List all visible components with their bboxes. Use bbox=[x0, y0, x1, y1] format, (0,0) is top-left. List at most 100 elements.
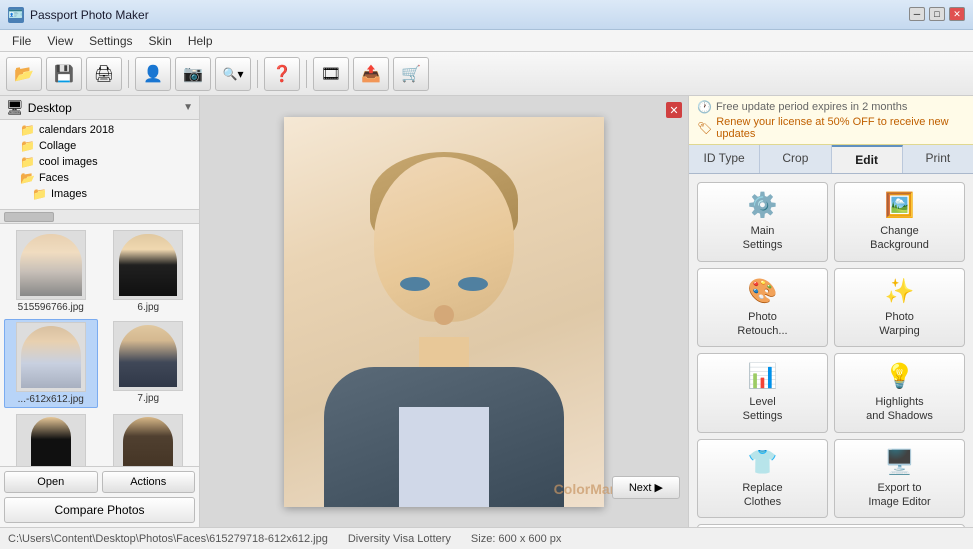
menu-file[interactable]: File bbox=[4, 32, 39, 50]
toolbar-help[interactable]: ❓ bbox=[264, 57, 300, 91]
thumbnail-label: 515596766.jpg bbox=[18, 302, 84, 313]
export-label: Export toImage Editor bbox=[868, 481, 930, 510]
open-button[interactable]: Open bbox=[4, 471, 98, 493]
tab-print[interactable]: Print bbox=[903, 145, 973, 173]
folder-open-icon: 📂 bbox=[20, 171, 35, 185]
edit-buttons-grid: ⚙️ MainSettings 🖼️ ChangeBackground 🎨 Ph… bbox=[697, 182, 965, 518]
thumbnail-item[interactable]: 8.jpg bbox=[4, 412, 98, 466]
main-photo-display bbox=[284, 117, 604, 507]
toolbar-cart[interactable]: 🛒 bbox=[393, 57, 429, 91]
thumbnail-item[interactable]: 6.jpg bbox=[102, 228, 196, 315]
replace-clothes-button[interactable]: 👕 ReplaceClothes bbox=[697, 439, 828, 519]
menu-skin[interactable]: Skin bbox=[141, 32, 180, 50]
highlights-label: Highlightsand Shadows bbox=[866, 395, 933, 424]
toolbar-upload[interactable]: 📤 bbox=[353, 57, 389, 91]
folder-icon: 📁 bbox=[20, 139, 35, 153]
toolbar: 📂 💾 🖨 👤 📷 🔍▾ ❓ 🎞 📤 🛒 bbox=[0, 52, 973, 96]
menu-view[interactable]: View bbox=[39, 32, 81, 50]
restore-original-button[interactable]: 🔄 Restore Original bbox=[697, 524, 965, 527]
level-settings-label: LevelSettings bbox=[743, 395, 783, 424]
status-bar: C:\Users\Content\Desktop\Photos\Faces\61… bbox=[0, 527, 973, 549]
actions-button[interactable]: Actions bbox=[102, 471, 196, 493]
thumbnail-label: ...-612x612.jpg bbox=[18, 394, 84, 405]
level-settings-icon: 📊 bbox=[748, 362, 778, 391]
change-background-button[interactable]: 🖼️ ChangeBackground bbox=[834, 182, 965, 262]
tab-id-type[interactable]: ID Type bbox=[689, 145, 760, 173]
update-line2[interactable]: 🏷 Renew your license at 50% OFF to recei… bbox=[697, 116, 965, 140]
highlights-shadows-button[interactable]: 💡 Highlightsand Shadows bbox=[834, 353, 965, 433]
photo-warping-label: PhotoWarping bbox=[879, 310, 920, 339]
right-panel: 🕐 Free update period expires in 2 months… bbox=[688, 96, 973, 527]
replace-clothes-label: ReplaceClothes bbox=[742, 481, 782, 510]
toolbar-film[interactable]: 🎞 bbox=[313, 57, 349, 91]
toolbar-zoom[interactable]: 🔍▾ bbox=[215, 57, 251, 91]
menu-bar: File View Settings Skin Help bbox=[0, 30, 973, 52]
thumbnail-label: 6.jpg bbox=[137, 302, 159, 313]
photo-close-button[interactable]: ✕ bbox=[666, 102, 682, 118]
toolbar-print[interactable]: 🖨 bbox=[86, 57, 122, 91]
next-button[interactable]: Next ▶ bbox=[612, 476, 680, 499]
export-icon: 🖥️ bbox=[885, 448, 915, 477]
main-settings-icon: ⚙️ bbox=[748, 191, 778, 220]
tab-edit[interactable]: Edit bbox=[832, 145, 903, 173]
photo-retouch-icon: 🎨 bbox=[748, 277, 778, 306]
toolbar-sep1 bbox=[128, 60, 129, 88]
thumbnail-label: 7.jpg bbox=[137, 393, 159, 404]
compare-photos-button[interactable]: Compare Photos bbox=[4, 497, 195, 523]
tree-item-collage[interactable]: 📁 Collage bbox=[0, 138, 199, 154]
photo-face bbox=[284, 117, 604, 507]
replace-clothes-icon: 👕 bbox=[748, 448, 778, 477]
clock-icon: 🕐 bbox=[697, 100, 712, 114]
tree-item-coolimages[interactable]: 📁 cool images bbox=[0, 154, 199, 170]
tree-item-images[interactable]: 📁 Images bbox=[0, 186, 199, 202]
horizontal-scrollbar[interactable] bbox=[0, 210, 199, 224]
thumbnail-image bbox=[113, 321, 183, 391]
change-bg-icon: 🖼️ bbox=[885, 191, 915, 220]
folder-dropdown-arrow[interactable]: ▼ bbox=[183, 102, 193, 113]
close-button[interactable]: ✕ bbox=[949, 7, 965, 21]
menu-settings[interactable]: Settings bbox=[81, 32, 140, 50]
window-controls: ─ □ ✕ bbox=[909, 7, 965, 21]
main-settings-button[interactable]: ⚙️ MainSettings bbox=[697, 182, 828, 262]
status-size: Size: 600 x 600 px bbox=[471, 533, 562, 545]
tabs-bar: ID Type Crop Edit Print bbox=[689, 145, 973, 174]
left-panel: 🖥 Desktop ▼ 📁 calendars 2018 📁 Collage 📁… bbox=[0, 96, 200, 527]
app-icon: 🪪 bbox=[8, 7, 24, 23]
tab-crop[interactable]: Crop bbox=[760, 145, 831, 173]
photo-warping-button[interactable]: ✨ PhotoWarping bbox=[834, 268, 965, 348]
center-panel: ✕ ColorMango.com Next ▶ bbox=[200, 96, 688, 527]
thumbnail-image bbox=[16, 322, 86, 392]
toolbar-save[interactable]: 💾 bbox=[46, 57, 82, 91]
status-doc-type: Diversity Visa Lottery bbox=[348, 533, 451, 545]
thumbnail-item[interactable]: 9.jpg bbox=[102, 412, 196, 466]
menu-help[interactable]: Help bbox=[180, 32, 221, 50]
current-folder-label: Desktop bbox=[28, 101, 179, 115]
toolbar-person[interactable]: 👤 bbox=[135, 57, 171, 91]
restore-button[interactable]: □ bbox=[929, 7, 945, 21]
photo-retouch-button[interactable]: 🎨 PhotoRetouch... bbox=[697, 268, 828, 348]
level-settings-button[interactable]: 📊 LevelSettings bbox=[697, 353, 828, 433]
app-title: Passport Photo Maker bbox=[30, 8, 965, 22]
folder-header[interactable]: 🖥 Desktop ▼ bbox=[0, 96, 199, 120]
edit-content: ⚙️ MainSettings 🖼️ ChangeBackground 🎨 Ph… bbox=[689, 174, 973, 527]
export-image-editor-button[interactable]: 🖥️ Export toImage Editor bbox=[834, 439, 965, 519]
desktop-folder-icon: 🖥 bbox=[6, 99, 24, 116]
face-head bbox=[374, 157, 514, 322]
tree-item-faces[interactable]: 📂 Faces bbox=[0, 170, 199, 186]
shirt bbox=[399, 407, 489, 507]
thumbnail-item[interactable]: 515596766.jpg bbox=[4, 228, 98, 315]
photo-warping-icon: ✨ bbox=[885, 277, 915, 306]
thumbnail-image bbox=[113, 230, 183, 300]
tree-item-calendars[interactable]: 📁 calendars 2018 bbox=[0, 122, 199, 138]
toolbar-open[interactable]: 📂 bbox=[6, 57, 42, 91]
thumbnails-grid: 515596766.jpg 6.jpg ...-612x612.jpg 7.jp… bbox=[0, 224, 199, 466]
scroll-thumb-horizontal[interactable] bbox=[4, 212, 54, 222]
thumbnail-item-selected[interactable]: ...-612x612.jpg bbox=[4, 319, 98, 408]
thumbnail-image bbox=[16, 230, 86, 300]
photo-retouch-label: PhotoRetouch... bbox=[737, 310, 787, 339]
toolbar-camera[interactable]: 📷 bbox=[175, 57, 211, 91]
thumbnail-item[interactable]: 7.jpg bbox=[102, 319, 196, 408]
change-bg-label: ChangeBackground bbox=[870, 224, 929, 253]
folder-icon: 📁 bbox=[20, 155, 35, 169]
minimize-button[interactable]: ─ bbox=[909, 7, 925, 21]
